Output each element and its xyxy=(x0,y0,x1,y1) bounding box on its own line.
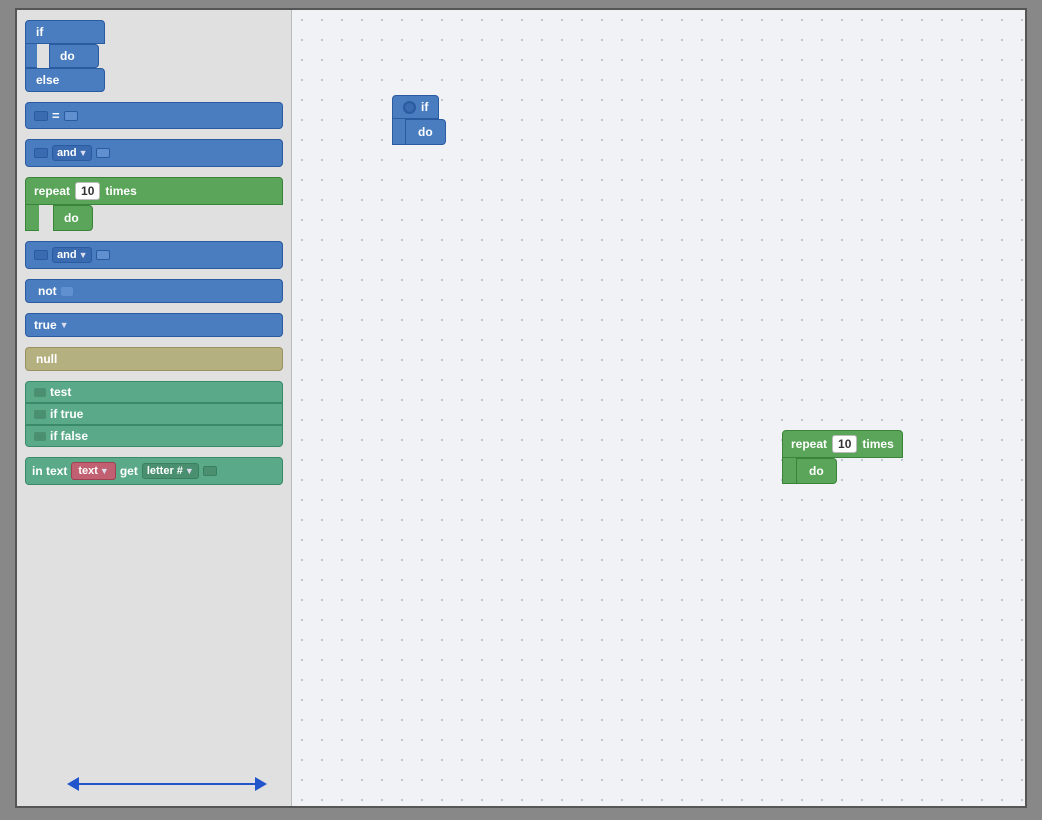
true-label: true xyxy=(34,318,57,332)
test-block[interactable]: test if true if false xyxy=(25,381,283,447)
null-block[interactable]: null xyxy=(25,347,283,371)
if-label: if xyxy=(36,25,43,39)
and-left-knob xyxy=(34,148,48,158)
right-connector xyxy=(64,111,78,121)
and2-right-knob xyxy=(96,250,110,260)
test-notch xyxy=(34,388,46,397)
true-dropdown-icon[interactable]: ▼ xyxy=(60,320,69,330)
gear-icon xyxy=(403,101,416,114)
times-label: times xyxy=(105,184,136,198)
if-true-label: if true xyxy=(50,407,83,421)
and2-left-knob xyxy=(34,250,48,260)
equals-block[interactable]: = xyxy=(25,102,283,129)
arrow-left-icon xyxy=(67,777,79,791)
sidebar: if do else = and ▼ repeat xyxy=(17,10,292,806)
iftrue-notch xyxy=(34,410,46,419)
left-connector xyxy=(34,111,48,121)
iffalse-notch xyxy=(34,432,46,441)
do-label: do xyxy=(49,44,99,68)
canvas-if-block[interactable]: if do xyxy=(392,95,446,145)
letter-dropdown-icon[interactable]: ▼ xyxy=(185,466,194,476)
and-block-1[interactable]: and ▼ xyxy=(25,139,283,167)
and-label-2: and xyxy=(57,249,77,261)
in-text-label: in text xyxy=(32,464,67,478)
if-do-else-block[interactable]: if do else xyxy=(25,20,283,92)
arrow-right-icon xyxy=(255,777,267,791)
right-end-notch xyxy=(203,466,217,476)
dropdown2-arrow-icon: ▼ xyxy=(79,250,88,260)
letter-label: letter # xyxy=(147,465,183,477)
canvas-do-label: do xyxy=(405,119,446,145)
canvas-if-top: if xyxy=(392,95,439,119)
repeat-num[interactable]: 10 xyxy=(75,182,100,200)
null-label: null xyxy=(36,352,57,366)
not-block[interactable]: not xyxy=(25,279,283,303)
arrow-line-h xyxy=(79,783,255,785)
intext-block[interactable]: in text text ▼ get letter # ▼ xyxy=(25,457,283,485)
get-label: get xyxy=(120,464,138,478)
if-false-label: if false xyxy=(50,429,88,443)
not-label: not xyxy=(38,284,57,298)
true-block[interactable]: true ▼ xyxy=(25,313,283,337)
and-right-knob xyxy=(96,148,110,158)
if-top: if xyxy=(25,20,105,44)
not-notch xyxy=(61,287,73,296)
text-input[interactable]: text ▼ xyxy=(71,462,115,480)
and-label-1: and xyxy=(57,147,77,159)
canvas-repeat-label: repeat xyxy=(791,437,827,451)
else-label: else xyxy=(25,68,105,92)
test-row-iffalse: if false xyxy=(25,425,283,447)
canvas-times-label: times xyxy=(862,437,893,451)
canvas-repeat-top: repeat 10 times xyxy=(782,430,903,458)
canvas-if-label: if xyxy=(421,100,428,114)
repeat-do-label: do xyxy=(53,205,93,231)
repeat-label: repeat xyxy=(34,184,70,198)
horizontal-scroll-arrow[interactable] xyxy=(67,777,267,791)
text-dropdown-icon[interactable]: ▼ xyxy=(100,466,109,476)
test-row-iftrue: if true xyxy=(25,403,283,425)
and2-dropdown[interactable]: and ▼ xyxy=(52,247,92,263)
test-row-test: test xyxy=(25,381,283,403)
canvas-repeat-block[interactable]: repeat 10 times do xyxy=(782,430,903,484)
and-dropdown[interactable]: and ▼ xyxy=(52,145,92,161)
test-label: test xyxy=(50,385,71,399)
letter-dropdown[interactable]: letter # ▼ xyxy=(142,463,199,479)
repeat-block[interactable]: repeat 10 times do xyxy=(25,177,283,231)
text-label: text xyxy=(78,465,98,477)
canvas-do-label-repeat: do xyxy=(796,458,837,484)
equals-icon: = xyxy=(52,108,60,123)
main-container: if do else = and ▼ repeat xyxy=(15,8,1027,808)
canvas[interactable]: if do repeat 10 times do xyxy=(292,10,1025,806)
and-block-2[interactable]: and ▼ xyxy=(25,241,283,269)
canvas-repeat-num[interactable]: 10 xyxy=(832,435,857,453)
repeat-top: repeat 10 times xyxy=(25,177,283,205)
dropdown-arrow-icon: ▼ xyxy=(79,148,88,158)
